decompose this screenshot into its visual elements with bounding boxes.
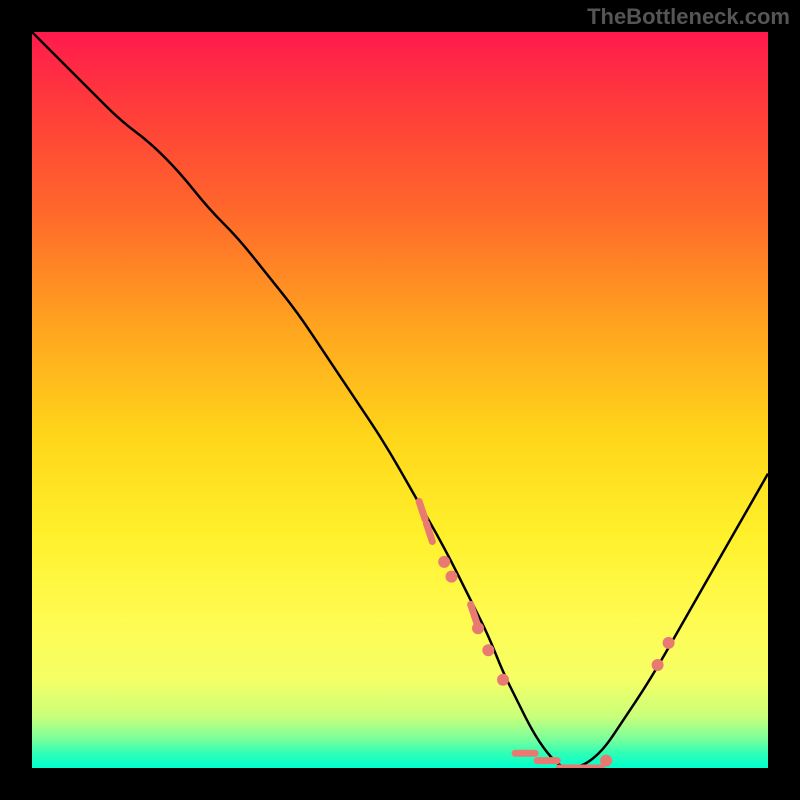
watermark-text: TheBottleneck.com [587, 4, 790, 30]
chart-marker [497, 674, 509, 686]
chart-marker [482, 644, 494, 656]
chart-svg [32, 32, 768, 768]
chart-marker [471, 604, 477, 622]
chart-marker [438, 556, 450, 568]
marker-layer [419, 501, 674, 768]
chart-marker [663, 637, 675, 649]
bottleneck-curve [32, 32, 768, 768]
chart-marker [652, 659, 664, 671]
chart-plot-area [32, 32, 768, 768]
chart-marker [600, 755, 612, 767]
chart-marker [446, 571, 458, 583]
chart-marker [472, 622, 484, 634]
chart-marker [419, 501, 425, 519]
